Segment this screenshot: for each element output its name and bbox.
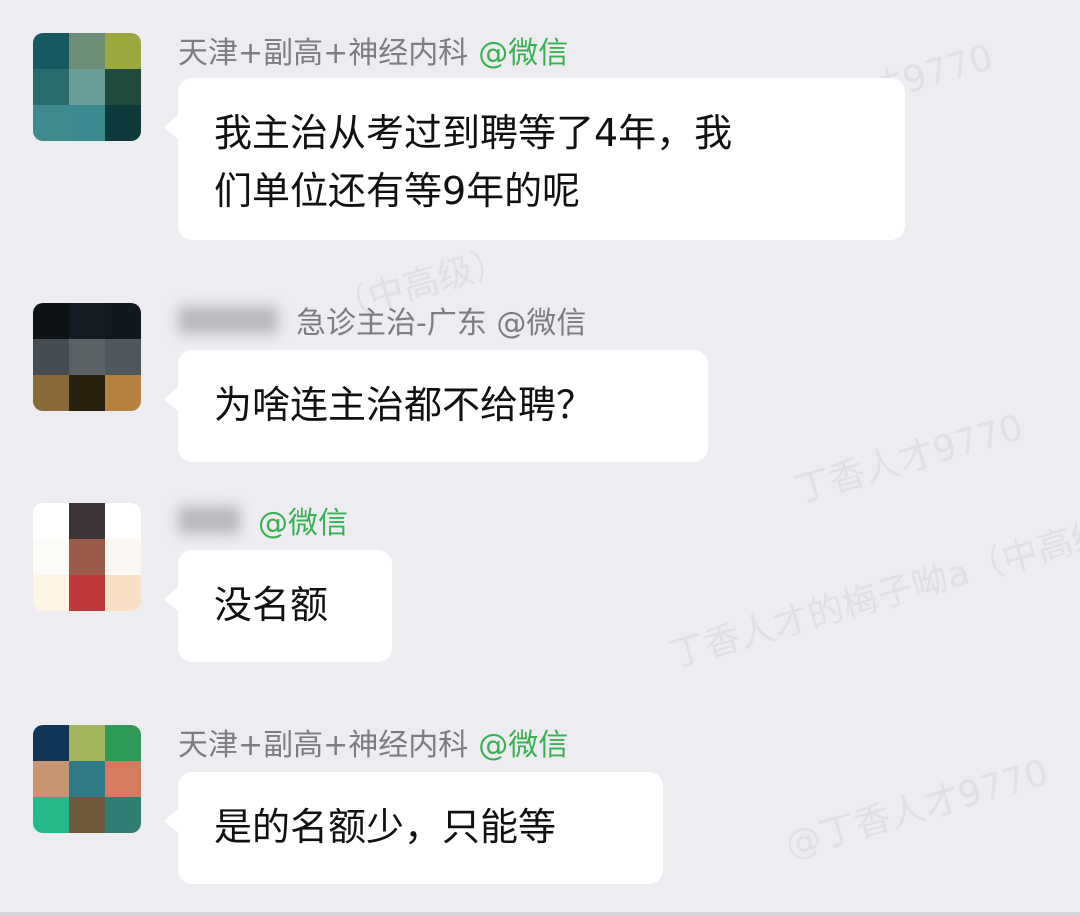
avatar-pixel [105,761,141,797]
message-item: @微信 没名额 [0,500,1080,665]
avatar-pixel [105,339,141,375]
sender-name: 天津+副高+神经内科 [178,36,469,71]
avatar-pixel [69,761,105,797]
avatar-pixel [33,375,69,411]
message-text-line: 是的名额少，只能等 [214,805,557,849]
channel-label: @微信 [258,506,348,541]
avatar-pixel [69,539,105,575]
avatar-pixel [105,105,141,141]
avatar-pixel [69,339,105,375]
blurred-sender-name [178,506,240,534]
sender-row: 天津+副高+神经内科 @微信 [178,30,569,71]
sender-row: 天津+副高+神经内科 @微信 [178,722,569,763]
avatar-pixel [69,503,105,539]
message-text-line: 我主治从考过到聘等了4年，我 [214,111,733,155]
avatar[interactable] [33,33,141,141]
message-item: 天津+副高+神经内科 @微信 我主治从考过到聘等了4年，我 们单位还有等9年的呢 [0,30,1080,240]
avatar-pixel [33,725,69,761]
channel-label: 急诊主治-广东 @微信 [296,306,587,341]
sender-name: 天津+副高+神经内科 [178,728,469,763]
sender-row: 急诊主治-广东 @微信 [178,300,587,341]
chat-area: 丁香人才9770 （中高级） 丁香人才9770 丁香人才的梅子呦a（中高级） @… [0,0,1080,915]
avatar-pixel [105,725,141,761]
avatar-pixel [105,375,141,411]
avatar-pixel [105,33,141,69]
message-item: 天津+副高+神经内科 @微信 是的名额少，只能等 [0,722,1080,892]
avatar-pixel [69,33,105,69]
avatar-pixel [69,105,105,141]
avatar-pixel [105,503,141,539]
message-text-line: 为啥连主治都不给聘？ [214,383,595,427]
avatar-pixel [69,303,105,339]
avatar-pixel [33,575,69,611]
message-bubble[interactable]: 我主治从考过到聘等了4年，我 们单位还有等9年的呢 [164,78,905,240]
channel-label: @微信 [478,36,569,71]
message-text-line: 没名额 [214,583,329,627]
avatar-pixel [69,375,105,411]
avatar-pixel [105,539,141,575]
avatar-pixel [33,105,69,141]
avatar-pixel [105,575,141,611]
avatar-pixel [33,339,69,375]
avatar-pixel [69,69,105,105]
avatar-pixel [105,303,141,339]
message-item: 急诊主治-广东 @微信 为啥连主治都不给聘？ [0,300,1080,465]
avatar-pixel [33,303,69,339]
channel-label: @微信 [478,728,569,763]
blurred-sender-name [178,306,278,334]
avatar-pixel [33,797,69,833]
avatar-pixel [33,503,69,539]
message-text-line: 们单位还有等9年的呢 [214,169,581,213]
avatar-pixel [105,69,141,105]
avatar[interactable] [33,503,141,611]
sender-row: @微信 [178,500,348,541]
message-bubble[interactable]: 是的名额少，只能等 [164,772,663,884]
avatar-pixel [33,69,69,105]
avatar[interactable] [33,303,141,411]
avatar-pixel [69,575,105,611]
avatar-pixel [33,539,69,575]
message-bubble[interactable]: 没名额 [164,550,392,662]
avatar-pixel [69,725,105,761]
avatar-pixel [69,797,105,833]
avatar-pixel [33,33,69,69]
avatar-pixel [33,761,69,797]
avatar[interactable] [33,725,141,833]
message-bubble[interactable]: 为啥连主治都不给聘？ [164,350,708,462]
avatar-pixel [105,797,141,833]
